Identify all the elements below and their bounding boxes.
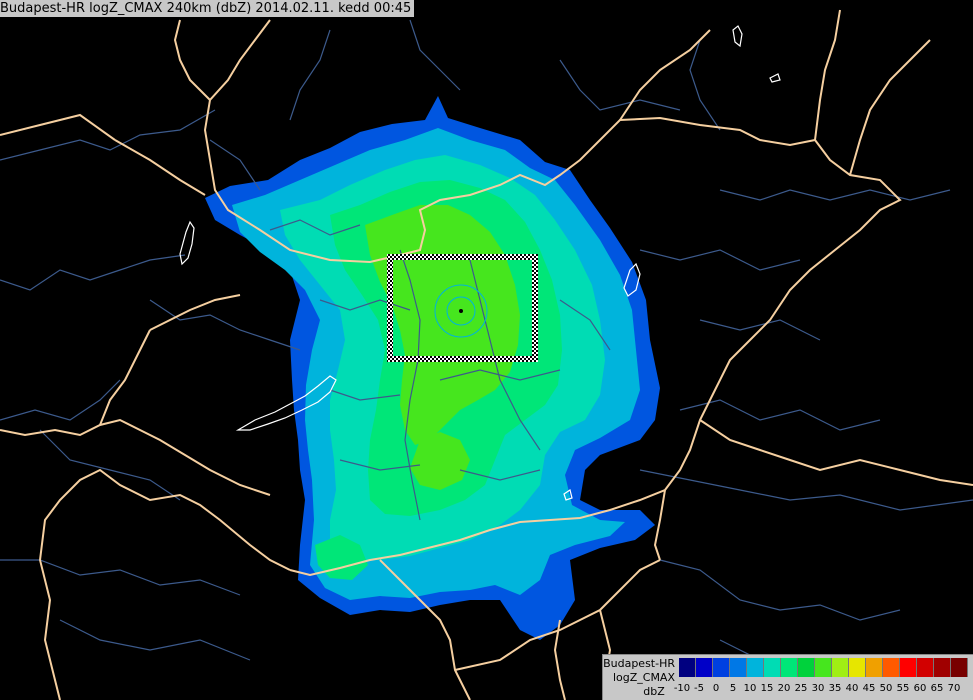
- lake-north: [732, 25, 743, 48]
- legend-swatch: [917, 658, 934, 677]
- legend-label-unit: dbZ: [643, 685, 665, 698]
- legend-label-source: Budapest-HR: [603, 657, 675, 670]
- lake-northeast: [769, 73, 781, 83]
- map-title: Budapest-HR logZ_CMAX 240km (dbZ) 2014.0…: [0, 0, 415, 17]
- legend-label: Budapest-HR logZ_CMAX dbZ: [603, 657, 675, 699]
- legend-swatch: [747, 658, 764, 677]
- radar-echo-field: [205, 96, 660, 640]
- legend-swatch: [815, 658, 832, 677]
- legend-swatch: [832, 658, 849, 677]
- legend-swatch: [730, 658, 747, 677]
- legend-swatch: [849, 658, 866, 677]
- legend-swatch: [900, 658, 917, 677]
- legend-swatch: [798, 658, 815, 677]
- lake-neusiedl: [179, 220, 195, 266]
- legend-swatch: [934, 658, 951, 677]
- legend-tick-label: 70: [947, 683, 961, 694]
- legend-swatch: [866, 658, 883, 677]
- legend-swatch: [679, 658, 696, 677]
- legend-swatch: [764, 658, 781, 677]
- legend-swatch: [951, 658, 968, 677]
- legend-swatches: [679, 658, 968, 677]
- legend-swatch: [713, 658, 730, 677]
- legend-swatch: [781, 658, 798, 677]
- radar-map-view: Budapest-HR logZ_CMAX 240km (dbZ) 2014.0…: [0, 0, 973, 700]
- color-legend: Budapest-HR logZ_CMAX dbZ -10 -5 0 5 10 15 20 2…: [602, 654, 973, 700]
- radar-site-marker: [459, 309, 463, 313]
- legend-swatch: [883, 658, 900, 677]
- legend-ticks: -10 -5 0 5 10 15 20 25 30 35 40 45 50 55 60 65 70: [670, 682, 970, 696]
- radar-map: [0, 9, 973, 700]
- legend-label-product: logZ_CMAX: [612, 671, 675, 684]
- legend-swatch: [696, 658, 713, 677]
